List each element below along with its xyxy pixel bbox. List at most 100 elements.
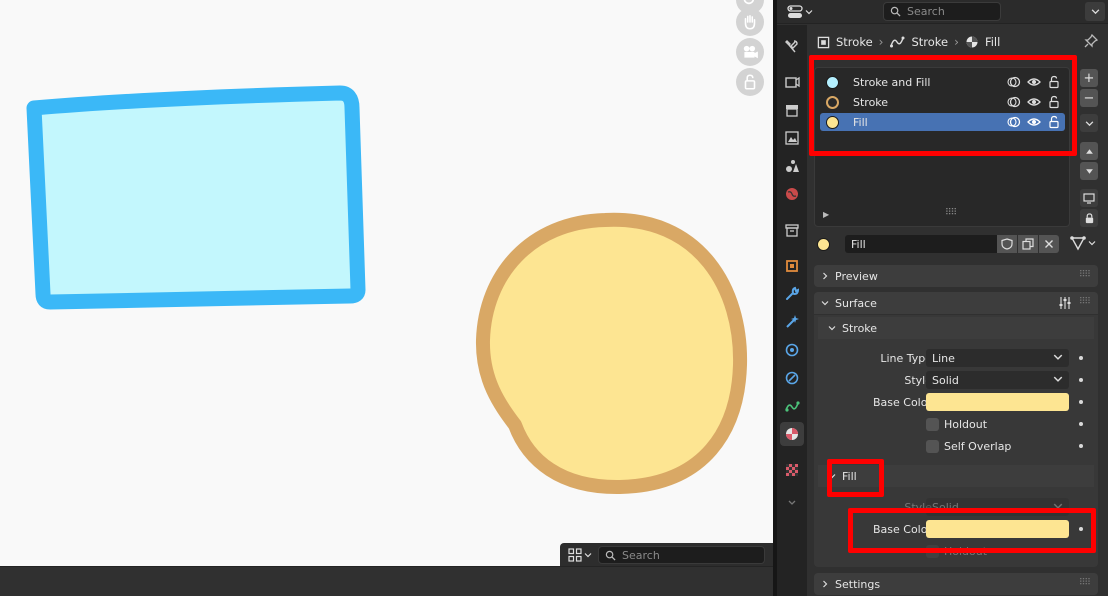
keyframe-dot[interactable] [1079, 527, 1083, 531]
tab-object-data[interactable] [780, 394, 804, 418]
pin-icon[interactable] [1084, 34, 1098, 48]
subpanel-title: Fill [842, 469, 857, 483]
eye-icon[interactable] [1027, 75, 1041, 89]
fill-base-color-label: Base Color [872, 523, 932, 536]
tab-shader-effects[interactable] [780, 310, 804, 334]
slot-specials-button[interactable] [1080, 114, 1098, 132]
material-name-field[interactable]: Fill [845, 235, 997, 253]
unlock-icon[interactable] [1047, 95, 1061, 109]
unlock-icon[interactable] [1047, 75, 1061, 89]
camera-icon[interactable] [736, 38, 764, 66]
ghost-onion-icon[interactable] [1007, 95, 1021, 109]
material-slot-list: Stroke and Fill Stroke Fill ▶ ⠿⠿ [814, 67, 1070, 227]
display-mode-button[interactable] [568, 548, 592, 562]
asset-search-placeholder: Search [622, 548, 660, 562]
fill-holdout-checkbox[interactable] [926, 545, 939, 558]
fill-style-dropdown[interactable]: Solid [926, 498, 1069, 516]
preview-panel-header[interactable]: Preview ⠿⠿ [814, 265, 1098, 287]
world-icon [786, 188, 798, 200]
panel-drag-grip[interactable]: ⠿⠿ [1079, 297, 1091, 307]
grease-pencil-viewport[interactable]: Search [0, 0, 773, 566]
keyframe-dot[interactable] [1079, 378, 1083, 382]
list-item[interactable]: Fill [820, 113, 1065, 131]
properties-editor-icon [787, 5, 803, 18]
stroke-style-label: Style [904, 374, 932, 387]
panel-drag-grip[interactable]: ⠿⠿ [1079, 270, 1091, 280]
tab-texture[interactable] [780, 458, 804, 482]
fill-subpanel-header[interactable]: Fill [818, 465, 1094, 487]
tab-render[interactable] [780, 70, 804, 94]
properties-search-field[interactable] [883, 2, 1001, 21]
shield-icon [1001, 238, 1013, 250]
chevron-down-icon [1053, 376, 1063, 382]
ghost-onion-icon[interactable] [1007, 75, 1021, 89]
duplicate-material-button[interactable] [1018, 235, 1038, 253]
asset-search-input[interactable]: Search [598, 546, 765, 564]
properties-tabs [777, 25, 807, 596]
eye-icon[interactable] [1027, 95, 1041, 109]
hide-others-button[interactable] [1080, 189, 1098, 207]
list-filter-expand-icon[interactable]: ▶ [823, 210, 829, 219]
tab-physics[interactable] [780, 338, 804, 362]
surface-panel-header[interactable]: Surface ⠿⠿ [814, 292, 1098, 314]
stroke-holdout-checkbox[interactable] [926, 418, 939, 431]
move-slot-down-button[interactable] [1080, 162, 1098, 180]
tab-object[interactable] [780, 254, 804, 278]
self-overlap-checkbox[interactable] [926, 440, 939, 453]
tab-world[interactable] [780, 182, 804, 206]
material-swatch [826, 75, 839, 89]
search-icon [605, 550, 616, 561]
keyframe-dot[interactable] [1079, 400, 1083, 404]
keyframe-dot[interactable] [1079, 422, 1083, 426]
self-overlap-label: Self Overlap [944, 440, 1012, 453]
presets-sliders-icon[interactable] [1058, 296, 1072, 310]
line-type-dropdown[interactable]: Line [926, 349, 1069, 367]
hand-pan-icon[interactable] [736, 8, 764, 36]
tab-tool[interactable] [780, 35, 804, 59]
options-dropdown-button[interactable] [1085, 2, 1105, 21]
chevron-down-icon [828, 326, 836, 331]
tab-constraints[interactable] [780, 366, 804, 390]
unlink-material-button[interactable] [1039, 235, 1059, 253]
stroke-subpanel-header[interactable]: Stroke [818, 317, 1094, 339]
ghost-onion-icon[interactable] [1007, 115, 1021, 129]
lock-others-button[interactable] [1080, 209, 1098, 227]
tab-scene[interactable] [780, 154, 804, 178]
keyframe-dot[interactable] [1079, 444, 1083, 448]
collection-box-icon [785, 224, 799, 237]
unlock-icon[interactable] [1047, 115, 1061, 129]
add-slot-button[interactable]: + [1080, 69, 1098, 87]
tab-collection[interactable] [780, 218, 804, 242]
move-slot-up-button[interactable] [1080, 142, 1098, 160]
tabs-more-chevron[interactable] [780, 490, 804, 514]
list-resize-grip[interactable]: ⠿⠿ [945, 208, 957, 218]
tab-view-layer[interactable] [780, 126, 804, 150]
list-item[interactable]: Stroke and Fill [820, 73, 1065, 91]
tab-output[interactable] [780, 98, 804, 122]
settings-panel-header[interactable]: Settings ⠿⠿ [814, 573, 1098, 595]
panel-drag-grip[interactable]: ⠿⠿ [1079, 578, 1091, 588]
view-layer-icon [785, 131, 799, 145]
slot-label: Stroke and Fill [853, 75, 931, 89]
tab-modifiers[interactable] [780, 282, 804, 306]
fake-user-button[interactable] [997, 235, 1017, 253]
stroke-style-dropdown[interactable]: Solid [926, 371, 1069, 389]
material-type-dropdown[interactable] [1069, 235, 1096, 251]
scene-icon [786, 160, 799, 172]
eye-icon[interactable] [1027, 115, 1041, 129]
list-item[interactable]: Stroke [820, 93, 1065, 111]
tab-material[interactable] [780, 422, 804, 446]
keyframe-dot[interactable] [1079, 356, 1083, 360]
lock-camera-icon[interactable] [736, 68, 764, 96]
chevron-right-icon [823, 272, 828, 280]
editor-type-button[interactable] [787, 3, 813, 21]
chevron-down-icon [821, 301, 829, 306]
remove-slot-button[interactable]: − [1080, 89, 1098, 107]
material-preview-swatch[interactable] [817, 237, 830, 251]
fill-base-color-field[interactable] [926, 520, 1069, 538]
stroke-base-color-field[interactable] [926, 393, 1069, 411]
canvas-drawing [26, 85, 748, 495]
material-name: Fill [851, 237, 866, 251]
properties-search-input[interactable] [907, 5, 992, 18]
chevron-down-icon [1088, 241, 1096, 246]
